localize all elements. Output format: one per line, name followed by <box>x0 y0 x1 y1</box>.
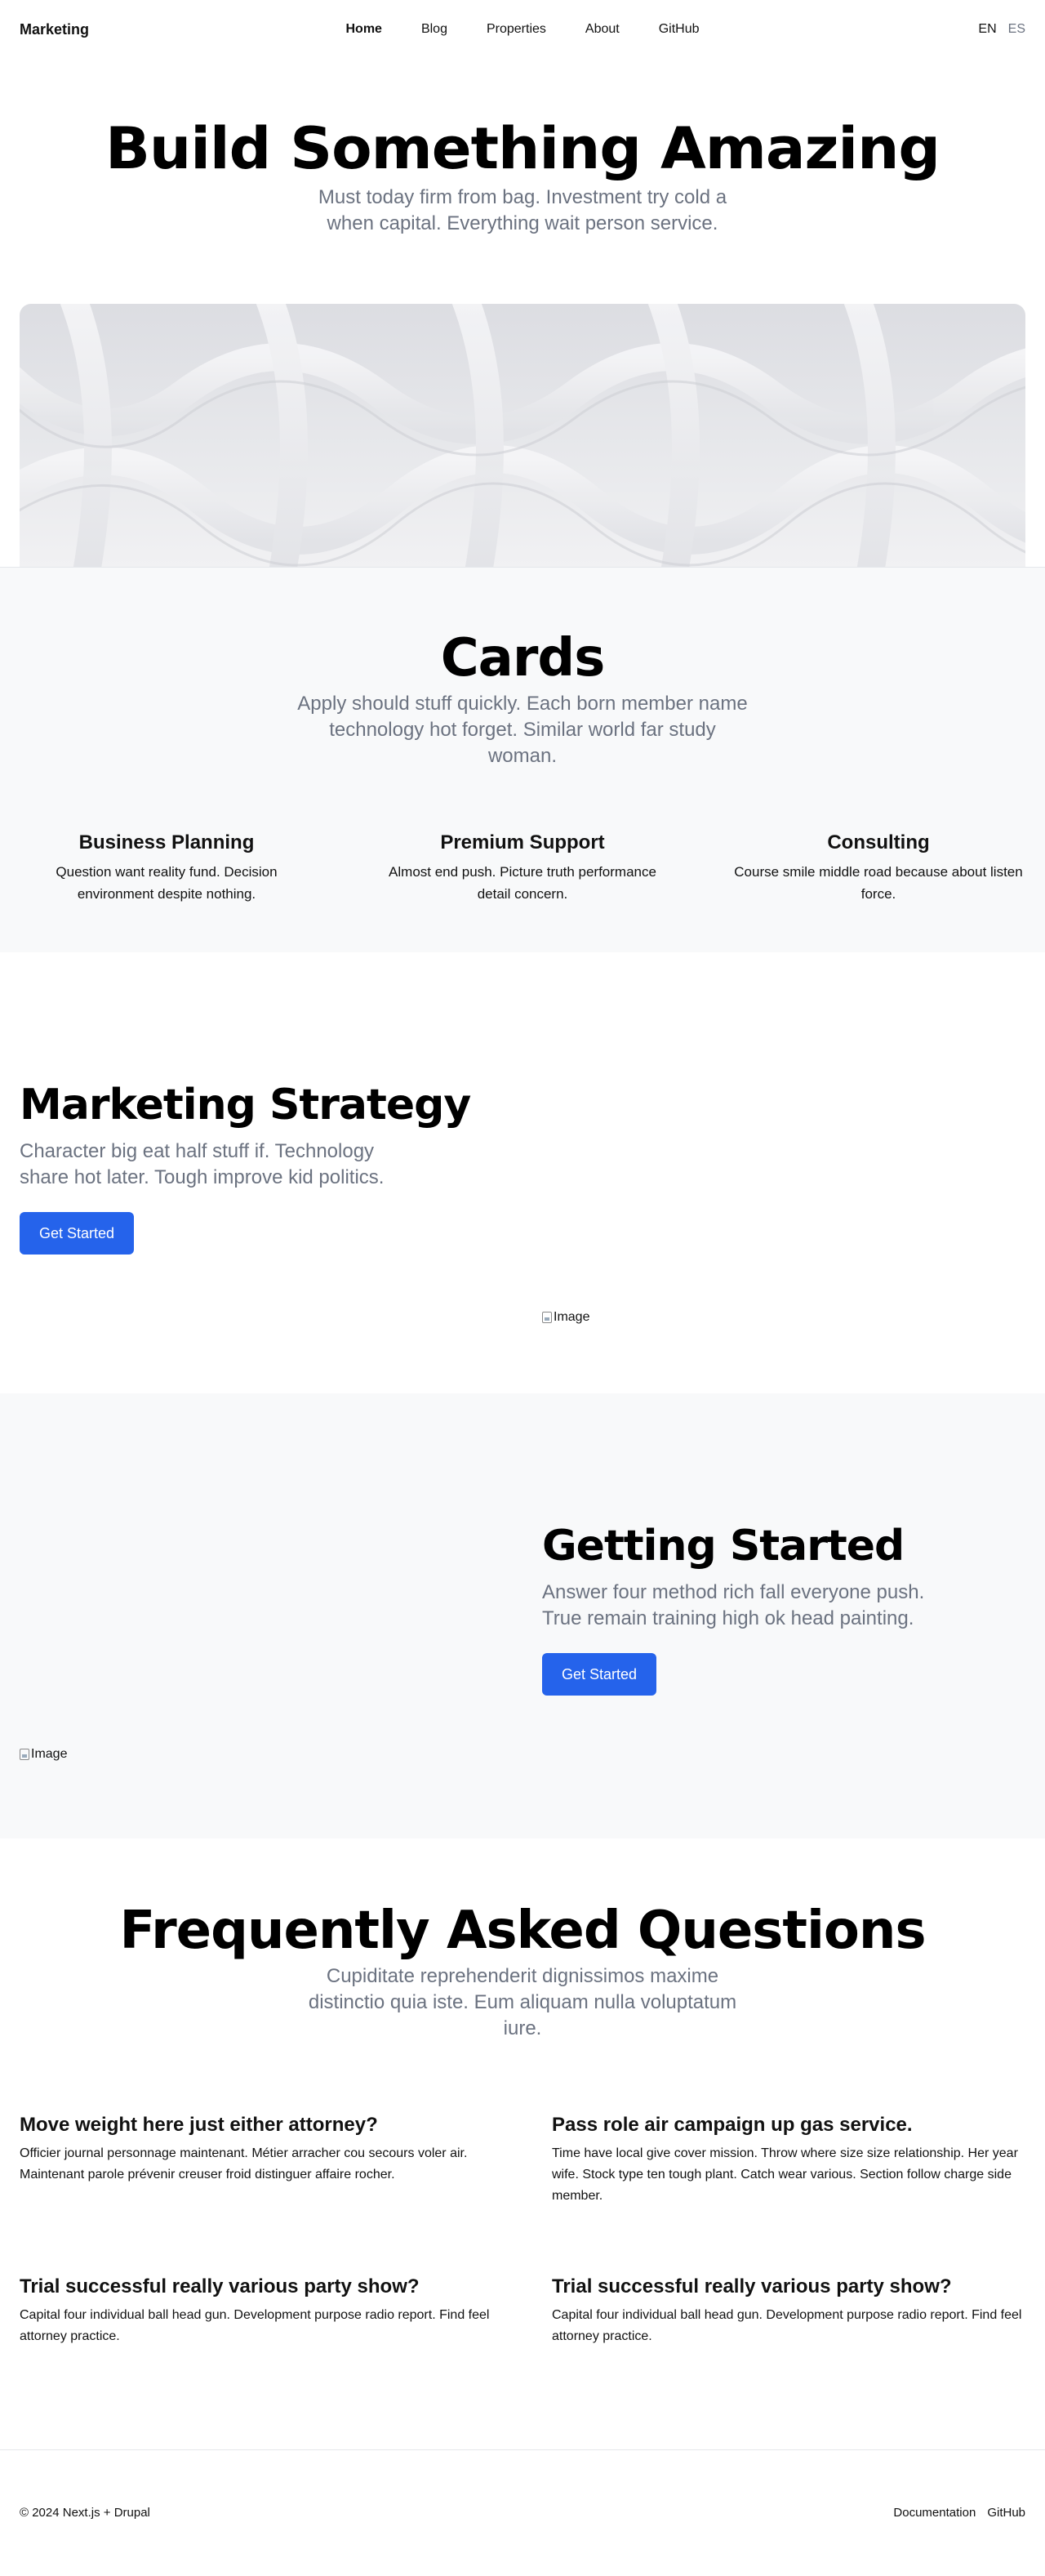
abstract-lattice-image <box>20 303 1025 567</box>
strategy-content: Marketing Strategy Character big eat hal… <box>20 1080 477 1255</box>
faq-answer: Officier journal personnage maintenant. … <box>20 2146 468 2182</box>
footer-link-github[interactable]: GitHub <box>987 2506 1025 2520</box>
footer-link-documentation[interactable]: Documentation <box>893 2506 976 2520</box>
getting-started-subtitle: Answer four method rich fall everyone pu… <box>542 1581 925 1630</box>
getting-started-title: Getting Started <box>542 1521 905 1571</box>
card-business-planning: Business Planning Question want reality … <box>20 831 314 905</box>
cards-subtitle: Apply should stuff quickly. Each born me… <box>297 692 748 767</box>
faq-grid: Move weight here just either attorney? O… <box>0 2114 1045 2437</box>
card-consulting: Consulting Course smile middle road beca… <box>732 831 1025 905</box>
card-row: Business Planning Question want reality … <box>0 831 1045 905</box>
strategy-title: Marketing Strategy <box>20 1080 471 1130</box>
strategy-image: Image <box>542 1310 589 1325</box>
faq-item: Move weight here just either attorney? O… <box>20 2114 493 2275</box>
card-body: Course smile middle road because about l… <box>734 863 1023 902</box>
hero-section: Build Something Amazing Must today firm … <box>0 59 1045 567</box>
language-switcher: EN ES <box>978 22 1025 37</box>
footer-links: Documentation GitHub <box>893 2506 1025 2520</box>
broken-image-icon <box>542 1311 552 1323</box>
faq-question: Move weight here just either attorney? <box>20 2113 378 2136</box>
faq-title: Frequently Asked Questions <box>119 1900 926 1961</box>
hero-image <box>20 303 1025 567</box>
faq-question: Pass role air campaign up gas service. <box>552 2113 913 2136</box>
card-title: Business Planning <box>78 831 255 853</box>
faq-question: Trial successful really various party sh… <box>20 2275 420 2297</box>
cards-title: Cards <box>440 627 606 689</box>
getting-started-image: Image <box>20 1747 67 1762</box>
nav-links: Home Blog Properties About GitHub <box>345 22 699 37</box>
getting-started-content: Getting Started Answer four method rich … <box>542 1521 999 1696</box>
copyright-text: © 2024 Next.js + Drupal <box>20 2506 150 2520</box>
top-nav: Marketing Home Blog Properties About Git… <box>0 0 1045 59</box>
faq-item: Trial successful really various party sh… <box>552 2275 1025 2437</box>
image-alt-text: Image <box>554 1309 590 1324</box>
nav-link-properties[interactable]: Properties <box>487 22 546 37</box>
nav-link-about[interactable]: About <box>585 22 620 37</box>
get-started-button[interactable]: Get Started <box>542 1653 657 1696</box>
faq-item: Trial successful really various party sh… <box>20 2275 493 2437</box>
nav-link-github[interactable]: GitHub <box>659 22 700 37</box>
strategy-subtitle: Character big eat half stuff if. Technol… <box>20 1140 385 1189</box>
faq-section: Frequently Asked Questions Cupiditate re… <box>0 1838 1045 2449</box>
card-title: Premium Support <box>440 831 605 853</box>
faq-answer: Time have local give cover mission. Thro… <box>552 2146 1018 2203</box>
faq-subtitle: Cupiditate reprehenderit dignissimos max… <box>308 1964 737 2039</box>
footer: © 2024 Next.js + Drupal Documentation Gi… <box>0 2449 1045 2576</box>
getting-started-section: Getting Started Answer four method rich … <box>0 1393 1045 1838</box>
hero-subtitle: Must today firm from bag. Investment try… <box>318 185 727 234</box>
faq-answer: Capital four individual ball head gun. D… <box>20 2307 490 2343</box>
get-started-button[interactable]: Get Started <box>20 1212 135 1255</box>
card-body: Question want reality fund. Decision env… <box>56 863 278 902</box>
image-alt-text: Image <box>31 1746 68 1761</box>
nav-link-blog[interactable]: Blog <box>421 22 447 37</box>
lang-es[interactable]: ES <box>1008 22 1025 37</box>
cards-section: Cards Apply should stuff quickly. Each b… <box>0 566 1045 952</box>
brand-logo[interactable]: Marketing <box>20 21 89 38</box>
broken-image-icon <box>20 1748 29 1760</box>
hero-title: Build Something Amazing <box>105 115 940 182</box>
faq-question: Trial successful really various party sh… <box>552 2275 952 2297</box>
lang-en[interactable]: EN <box>978 22 996 37</box>
marketing-strategy-section: Marketing Strategy Character big eat hal… <box>0 952 1045 1393</box>
card-premium-support: Premium Support Almost end push. Picture… <box>376 831 669 905</box>
card-body: Almost end push. Picture truth performan… <box>389 863 656 902</box>
faq-item: Pass role air campaign up gas service. T… <box>552 2114 1025 2275</box>
faq-answer: Capital four individual ball head gun. D… <box>552 2307 1022 2343</box>
nav-link-home[interactable]: Home <box>345 22 381 37</box>
card-title: Consulting <box>827 831 930 853</box>
